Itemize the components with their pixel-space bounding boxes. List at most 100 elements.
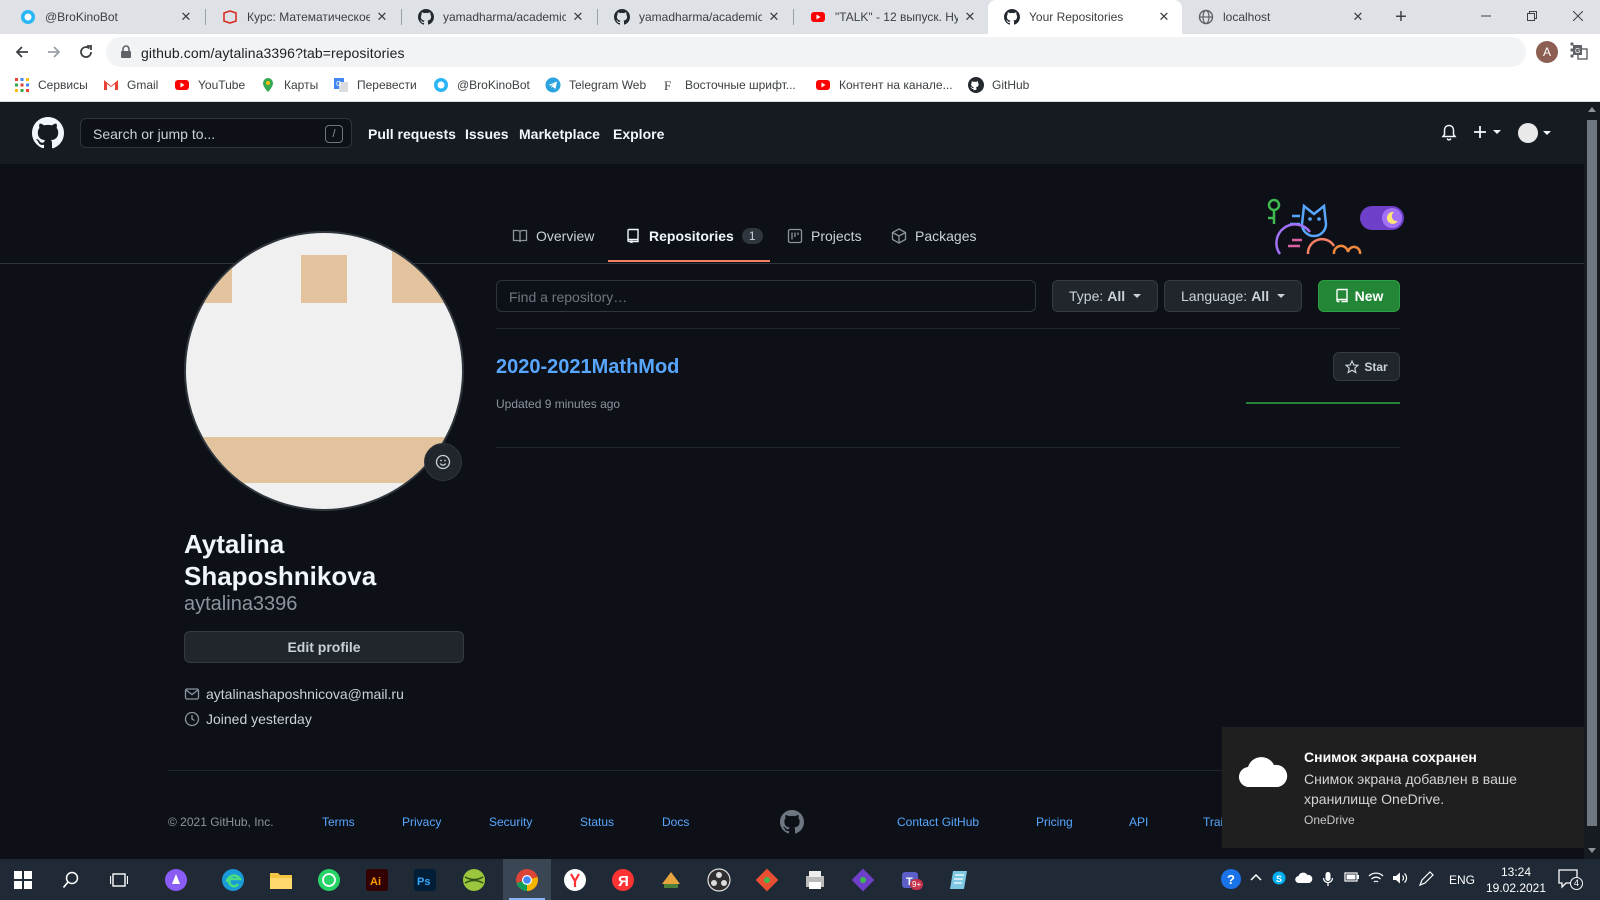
github-logo-icon[interactable]: [32, 117, 64, 149]
set-status-button[interactable]: [424, 443, 462, 481]
bookmark-item[interactable]: Карты: [260, 77, 318, 93]
footer-link-api[interactable]: API: [1129, 815, 1148, 829]
scroll-thumb[interactable]: [1587, 120, 1597, 826]
app-ball-icon[interactable]: [461, 867, 487, 893]
yandex-browser-icon[interactable]: [562, 867, 588, 893]
footer-link-terms[interactable]: Terms: [322, 815, 355, 829]
photoshop-icon[interactable]: Ps: [412, 867, 438, 893]
more-menu-icon[interactable]: [1570, 42, 1574, 58]
onedrive-notification[interactable]: Снимок экрана сохранен Снимок экрана доб…: [1222, 727, 1584, 848]
user-menu[interactable]: [1518, 123, 1552, 143]
close-icon[interactable]: ✕: [1156, 9, 1172, 25]
notepad-icon[interactable]: [946, 867, 972, 893]
windows-start-icon[interactable]: [10, 867, 36, 893]
nav-marketplace[interactable]: Marketplace: [519, 126, 600, 142]
close-icon[interactable]: ✕: [178, 9, 194, 25]
close-icon[interactable]: ✕: [374, 9, 390, 25]
yandex-icon[interactable]: Я: [610, 867, 636, 893]
bookmark-item[interactable]: GitHub: [968, 77, 1029, 93]
github-logo-icon[interactable]: [780, 810, 804, 834]
browser-profile-avatar[interactable]: A: [1536, 41, 1558, 63]
task-view-icon[interactable]: [106, 867, 132, 893]
skype-icon[interactable]: S: [1272, 871, 1286, 885]
close-icon[interactable]: ✕: [962, 9, 978, 25]
nav-pull-requests[interactable]: Pull requests: [368, 126, 456, 142]
footer-link-training[interactable]: Trai: [1203, 815, 1223, 829]
onedrive-tray-icon[interactable]: [1295, 871, 1313, 885]
browser-tab[interactable]: Курс: Математическое м ✕: [206, 0, 400, 34]
bookmark-item[interactable]: Сервисы: [14, 77, 88, 93]
pen-icon[interactable]: [1418, 871, 1434, 887]
profile-email[interactable]: aytalinashaposhnicova@mail.ru: [184, 686, 404, 702]
browser-tab[interactable]: yamadharma/academic-p ✕: [598, 0, 792, 34]
language-indicator[interactable]: ENG: [1449, 873, 1475, 887]
minimize-button[interactable]: [1463, 0, 1509, 32]
git-app-icon[interactable]: [754, 867, 780, 893]
footer-link-contact[interactable]: Contact GitHub: [897, 815, 979, 829]
bell-icon[interactable]: [1441, 124, 1457, 142]
scroll-up-arrow[interactable]: [1588, 107, 1596, 112]
wifi-icon[interactable]: [1368, 871, 1384, 885]
repository-name-link[interactable]: 2020-2021MathMod: [496, 356, 679, 379]
nav-explore[interactable]: Explore: [613, 126, 664, 142]
restore-button[interactable]: [1509, 0, 1555, 32]
close-icon[interactable]: ✕: [766, 9, 782, 25]
language-filter-dropdown[interactable]: Language: All: [1164, 280, 1303, 312]
search-icon[interactable]: [58, 867, 84, 893]
bookmark-item[interactable]: G Перевести: [333, 77, 417, 93]
close-icon[interactable]: ✕: [570, 9, 586, 25]
app-ship-icon[interactable]: [658, 867, 684, 893]
git-app-icon[interactable]: [850, 867, 876, 893]
browser-tab[interactable]: localhost ✕: [1182, 0, 1376, 34]
bookmark-item[interactable]: F Восточные шрифт...: [661, 77, 796, 93]
browser-tab[interactable]: "TALK" - 12 выпуск. Нур ✕: [794, 0, 988, 34]
create-new-menu[interactable]: [1472, 124, 1502, 140]
footer-link-docs[interactable]: Docs: [662, 815, 689, 829]
browser-tab[interactable]: yamadharma/academic-la ✕: [402, 0, 596, 34]
teams-icon[interactable]: T 9+: [898, 867, 924, 893]
volume-icon[interactable]: [1392, 871, 1408, 885]
footer-link-privacy[interactable]: Privacy: [402, 815, 441, 829]
bookmark-item[interactable]: Telegram Web: [545, 77, 646, 93]
translate-icon[interactable]: G: [1572, 44, 1588, 60]
star-button[interactable]: Star: [1333, 352, 1400, 381]
alice-assistant-icon[interactable]: [163, 867, 189, 893]
tab-repositories[interactable]: Repositories 1: [625, 228, 763, 244]
footer-link-status[interactable]: Status: [580, 815, 614, 829]
battery-icon[interactable]: [1344, 871, 1360, 883]
notification-center-icon[interactable]: 4: [1558, 869, 1583, 890]
bookmark-item[interactable]: Gmail: [103, 77, 158, 93]
new-repository-button[interactable]: New: [1318, 280, 1400, 312]
whatsapp-icon[interactable]: [316, 867, 342, 893]
chevron-up-icon[interactable]: [1250, 871, 1262, 883]
page-scrollbar[interactable]: [1584, 102, 1600, 859]
browser-tab[interactable]: @BroKinoBot ✕: [4, 0, 204, 34]
obs-studio-icon[interactable]: [706, 867, 732, 893]
illustrator-icon[interactable]: Ai: [364, 867, 390, 893]
forward-button[interactable]: [42, 40, 66, 64]
github-search-input[interactable]: Search or jump to... /: [80, 118, 352, 148]
tab-projects[interactable]: Projects: [787, 228, 862, 244]
tab-packages[interactable]: Packages: [891, 228, 976, 244]
new-tab-button[interactable]: +: [1390, 6, 1412, 28]
help-icon[interactable]: ?: [1220, 868, 1242, 890]
nav-issues[interactable]: Issues: [465, 126, 509, 142]
reload-button[interactable]: [74, 40, 98, 64]
scroll-down-arrow[interactable]: [1588, 848, 1596, 853]
app-printer-icon[interactable]: [802, 867, 828, 893]
browser-tab-active[interactable]: Your Repositories ✕: [988, 0, 1182, 34]
footer-link-security[interactable]: Security: [489, 815, 532, 829]
microphone-icon[interactable]: [1322, 871, 1334, 887]
edit-profile-button[interactable]: Edit profile: [184, 631, 464, 663]
back-button[interactable]: [10, 40, 34, 64]
close-window-button[interactable]: [1555, 0, 1600, 32]
type-filter-dropdown[interactable]: Type: All: [1052, 280, 1159, 312]
find-repository-input[interactable]: Find a repository…: [496, 280, 1036, 312]
edge-browser-icon[interactable]: [220, 867, 246, 893]
bookmark-item[interactable]: @BroKinoBot: [433, 77, 530, 93]
bookmark-item[interactable]: Контент на канале...: [815, 77, 953, 93]
file-explorer-icon[interactable]: [268, 867, 294, 893]
close-icon[interactable]: ✕: [1350, 9, 1366, 25]
tab-overview[interactable]: Overview: [512, 228, 594, 244]
bookmark-item[interactable]: YouTube: [174, 77, 245, 93]
